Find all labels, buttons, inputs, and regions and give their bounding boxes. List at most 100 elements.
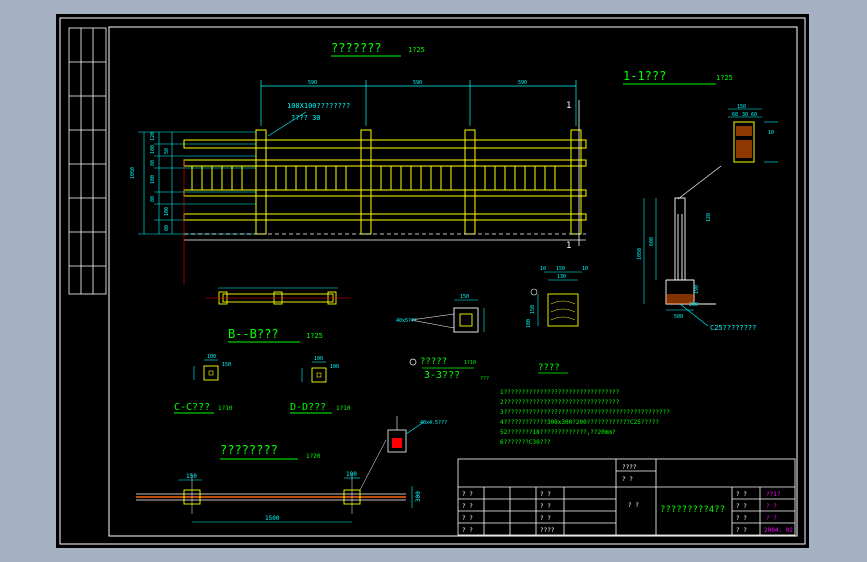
post-leader	[267, 111, 307, 137]
title-block-right-label: ? ?	[736, 503, 747, 510]
title-block-right-label: ? ?	[736, 491, 747, 498]
dim-span-2: 590	[413, 80, 422, 86]
dim-cap-60b: 60	[751, 112, 757, 118]
dim-cap-10: 10	[768, 130, 774, 136]
dim-plan-100: 100	[346, 471, 357, 478]
dim-elev-v6: 100	[164, 207, 170, 216]
title-block-row-mid: ? ?	[540, 515, 551, 522]
dim-cap-150: 150	[737, 104, 746, 110]
railing-elevation	[183, 129, 587, 235]
elevation-title: ???????	[331, 41, 382, 55]
dim-elev-v7: 80	[164, 225, 170, 231]
section-b-b-title: B--B???	[228, 327, 279, 341]
dim-side-100: 100	[526, 319, 532, 328]
cap-leader	[677, 165, 722, 200]
e-callout: 40x4.5???	[420, 420, 447, 426]
title-block-right-value: 2004. 02	[764, 527, 793, 534]
title-block-row-left: ? ?	[462, 527, 473, 534]
section-c-c-scale: 1?10	[218, 405, 233, 412]
post-size-note-b: ???? 30	[291, 114, 321, 122]
dim-sec-500: 500	[674, 314, 683, 320]
plan-scale: 1?20	[306, 453, 321, 460]
title-block-center-label: ? ?	[628, 502, 639, 509]
dim-elev-v4: 100	[150, 175, 156, 184]
dim-span-3: 590	[518, 80, 527, 86]
section-d-d-drawing	[301, 361, 327, 383]
title-block-header-2: ? ?	[622, 476, 633, 483]
dim-elev-v1: 120	[150, 132, 156, 141]
dim-side-190: 190	[694, 285, 700, 294]
title-block-right-label: ? ?	[736, 527, 747, 534]
section-b-b-scale: 1?25	[306, 332, 323, 340]
dim-plan-1500: 1500	[265, 515, 280, 522]
title-block-header-1: ????	[622, 464, 637, 471]
title-block-row-mid: ? ?	[540, 503, 551, 510]
dim-top-130: 130	[557, 274, 566, 280]
notes-heading: ????	[538, 363, 560, 373]
dim-cc-100: 100	[207, 354, 216, 360]
note-line: 1????????????????????????????????	[500, 389, 620, 396]
detail-3-3-drawing	[409, 299, 485, 366]
note-line: 2????????????????????????????????	[500, 399, 620, 406]
section-d-d-scale: 1?10	[336, 405, 351, 412]
elevation-scale: 1?25	[408, 46, 425, 54]
dim-elev-total: 1050	[130, 167, 136, 179]
post-size-note: 100X100????????	[287, 102, 350, 110]
plan-title: ????????	[220, 443, 278, 457]
c25-label: C25????????	[710, 324, 756, 332]
section-1-1-scale: 1?25	[716, 74, 733, 82]
dim-dd-100b: 100	[330, 364, 339, 370]
title-block-right-value: ??1?	[766, 491, 781, 498]
note-line: 4????????????300x300?200????????????C25?…	[500, 419, 659, 426]
dim-elev-v2: 100	[150, 145, 156, 154]
drawing-name: ?????????4??	[660, 505, 725, 515]
section-d-d-title: D-D???	[290, 402, 326, 413]
section-3-3-title: 3-3???	[424, 370, 460, 381]
outer-border	[59, 17, 806, 545]
cap-block-drawing	[530, 271, 582, 327]
dim-cap-60a: 60	[732, 112, 738, 118]
title-block-right-value: ? ?	[766, 503, 777, 510]
dim-top-150-detail: 150	[460, 294, 469, 300]
title-block-row-mid: ????	[540, 527, 555, 534]
note-line: 6???????C30???	[500, 439, 551, 446]
dim-sec-1050: 1050	[637, 248, 643, 260]
note-line: 3???????????????????????????????????????…	[500, 409, 670, 416]
title-block-row-mid: ? ?	[540, 491, 551, 498]
dim-cc-150: 150	[222, 362, 231, 368]
dim-side-150: 150	[530, 305, 536, 314]
cad-drawing: ??????? 1?25 590 590 590 100X100????????…	[59, 17, 806, 545]
detail-e-drawing	[387, 416, 425, 453]
d-callout: 40x5???	[396, 318, 417, 324]
dim-top-150: 150	[556, 266, 565, 272]
section-c-c-title: C-C???	[174, 402, 210, 413]
notes-list: 1???????????????????????????????? 2?????…	[500, 389, 670, 446]
section-3-3-scale: ???	[480, 376, 489, 382]
title-block-right-value: ? ?	[766, 515, 777, 522]
dim-elev-gap: 50	[164, 148, 170, 154]
dim-sec-600: 600	[649, 237, 655, 246]
note-line: 52???????18?????????????,??20mm?	[500, 429, 616, 436]
dim-sec-200: 200	[689, 302, 698, 308]
dim-cap-30: 30	[742, 112, 748, 118]
title-block-row-left: ? ?	[462, 515, 473, 522]
section-1-1-dimensions	[643, 198, 694, 311]
dim-plan-300: 300	[415, 491, 422, 502]
dim-top-10a: 10	[540, 266, 546, 272]
binding-strip	[68, 27, 107, 295]
dim-span-1: 590	[308, 80, 317, 86]
section-mark-top: 1	[566, 101, 571, 111]
dim-side-120: 120	[706, 213, 712, 222]
dim-plan-150: 150	[186, 473, 197, 480]
title-block-row-left: ? ?	[462, 503, 473, 510]
dim-elev-v5: 80	[150, 196, 156, 202]
dim-elev-v3: 80	[150, 160, 156, 166]
title-block-row-left: ? ?	[462, 491, 473, 498]
dim-dd-100a: 100	[314, 356, 323, 362]
section-mark-bottom: 1	[566, 241, 571, 251]
dim-top-10b: 10	[582, 266, 588, 272]
section-c-c-drawing	[193, 359, 219, 381]
detail-1-scale: 1?10	[464, 360, 476, 366]
detail-1-title: ?????	[420, 357, 447, 367]
section-1-1-title: 1-1???	[623, 69, 666, 83]
